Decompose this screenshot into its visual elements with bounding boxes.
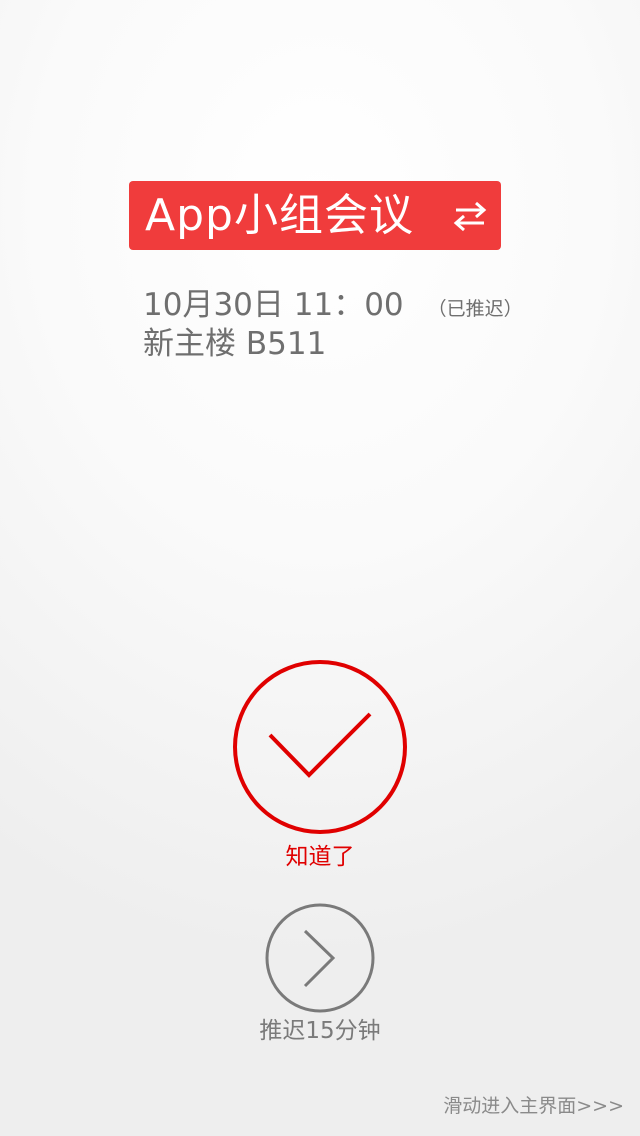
meeting-location: 新主楼 B511 — [143, 326, 327, 362]
meeting-title-badge: App小组会议 — [129, 181, 501, 250]
check-icon — [268, 712, 372, 778]
meeting-datetime: 10月30日 11：00 — [143, 287, 404, 323]
postponed-tag: （已推迟） — [427, 298, 523, 320]
meeting-time-row: 10月30日 11：00 （已推迟） — [143, 290, 523, 321]
alarm-reminder-screen: App小组会议 10月30日 11：00 （已推迟） 新主楼 B511 知道了 … — [0, 0, 640, 1136]
acknowledge-label[interactable]: 知道了 — [0, 844, 640, 872]
swipe-to-main-hint[interactable]: 滑动进入主界面>>> — [443, 1095, 624, 1118]
chevron-right-icon — [303, 929, 336, 988]
acknowledge-button[interactable] — [232, 659, 408, 835]
swap-arrows-icon[interactable] — [453, 200, 487, 232]
meeting-title: App小组会议 — [145, 189, 414, 241]
snooze-button[interactable] — [265, 903, 375, 1013]
snooze-label[interactable]: 推迟15分钟 — [0, 1018, 640, 1046]
